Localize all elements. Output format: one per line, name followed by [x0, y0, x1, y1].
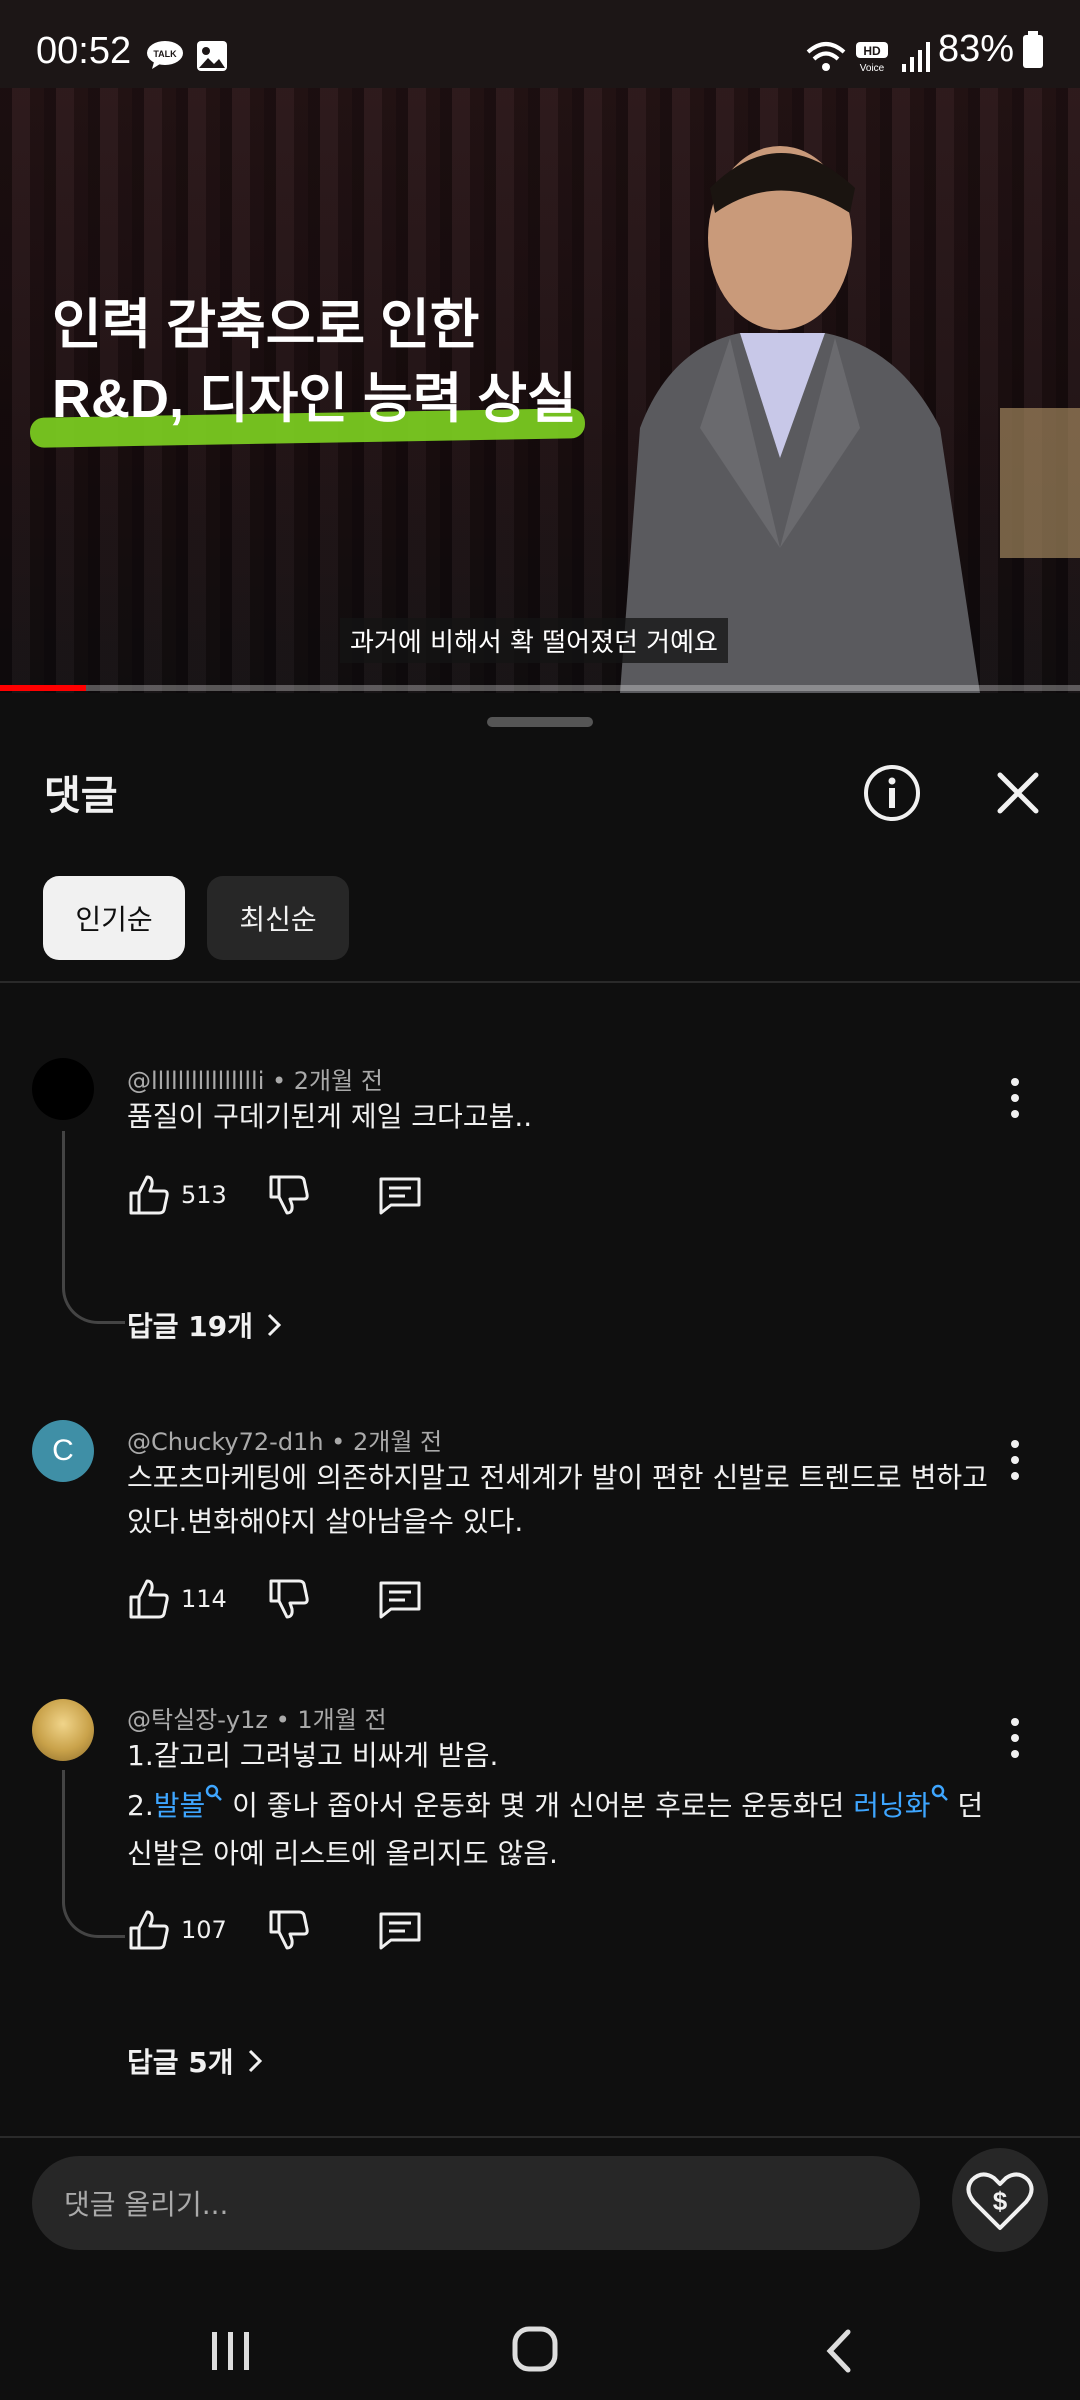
super-thanks-icon[interactable]: $ — [952, 2148, 1048, 2252]
comment-time: 1개월 전 — [297, 1706, 387, 1734]
comment-text: 품질이 구데기된게 제일 크다고봄.. — [127, 1100, 533, 1133]
composer-divider — [0, 2136, 1080, 2138]
thread-line — [62, 1770, 125, 1938]
like-count: 513 — [181, 1181, 227, 1209]
signal-icon — [902, 42, 930, 72]
replies-count: 답글 5개 — [127, 2046, 234, 2079]
reply-icon[interactable] — [377, 1173, 423, 1217]
like-icon[interactable] — [127, 1173, 171, 1217]
system-nav-bar — [0, 2270, 1080, 2400]
gallery-icon — [197, 41, 227, 71]
search-link-text: 발볼 — [153, 1789, 206, 1822]
tab-popular[interactable]: 인기순 — [43, 876, 185, 960]
comment-line: 1.갈고리 그려넣고 비싸게 받음. — [127, 1739, 499, 1772]
back-icon[interactable] — [820, 2326, 860, 2376]
wifi-icon — [806, 42, 846, 71]
comment-author[interactable]: @Chucky72-d1h — [127, 1428, 324, 1456]
reply-icon[interactable] — [377, 1577, 423, 1621]
like-icon[interactable] — [127, 1577, 171, 1621]
presenter-image — [620, 146, 1080, 693]
more-options-icon[interactable] — [1000, 1430, 1030, 1490]
comment-text-fragment: 2. — [127, 1789, 154, 1822]
comment-meta: @탁실장-y1z • 1개월 전 — [127, 1706, 387, 1734]
hd-voice-icon: HD Voice — [856, 42, 888, 74]
svg-text:$: $ — [993, 2186, 1008, 2216]
tab-newest[interactable]: 최신순 — [207, 876, 349, 960]
comment-time: 2개월 전 — [293, 1067, 383, 1095]
like-icon[interactable] — [127, 1908, 171, 1952]
search-icon — [931, 1784, 948, 1801]
chevron-right-icon — [267, 1313, 282, 1337]
overlay-line-1: 인력 감축으로 인한 — [52, 295, 480, 355]
comment-author[interactable]: @탁실장-y1z — [127, 1706, 268, 1734]
like-count: 114 — [181, 1585, 227, 1613]
avatar[interactable] — [32, 1699, 94, 1761]
chevron-right-icon — [248, 2049, 262, 2073]
svg-text:TALK: TALK — [153, 49, 177, 59]
comment-actions: 114 — [127, 1577, 423, 1621]
battery-status: 83% — [938, 28, 1044, 71]
status-bar: 00:52 TALK HD Voice 83% — [0, 0, 1080, 88]
comment-meta: @lllllllllllllllli • 2개월 전 — [127, 1067, 383, 1095]
video-progress-bar[interactable] — [0, 685, 1080, 691]
svg-text:Voice: Voice — [860, 63, 885, 74]
comment-actions: 513 — [127, 1173, 423, 1217]
search-link[interactable]: 러닝화 — [853, 1784, 948, 1822]
comments-sheet: 댓글 인기순 최신순 @lllllllllllllllli • 2개월 전 품질… — [0, 693, 1080, 2173]
battery-icon — [1023, 30, 1043, 68]
comment-meta: @Chucky72-d1h • 2개월 전 — [127, 1428, 443, 1456]
view-replies-button[interactable]: 답글 19개 — [127, 1305, 283, 1345]
comment-text: 스포츠마케팅에 의존하지말고 전세계가 발이 편한 신발로 트렌드로 변하고 있… — [127, 1461, 988, 1538]
comment-text-fragment: 던 — [948, 1789, 984, 1822]
dislike-icon[interactable] — [267, 1908, 311, 1952]
avatar[interactable]: C — [32, 1420, 94, 1482]
home-icon[interactable] — [510, 2324, 562, 2376]
search-icon — [206, 1784, 223, 1801]
drag-handle[interactable] — [487, 717, 593, 727]
reply-icon[interactable] — [377, 1908, 423, 1952]
close-icon[interactable] — [988, 763, 1048, 823]
recent-apps-icon[interactable] — [206, 2326, 256, 2376]
tabs-divider — [0, 981, 1080, 983]
comment-input[interactable] — [62, 2156, 886, 2252]
more-options-icon[interactable] — [1000, 1708, 1030, 1768]
comment-line: 2.발볼 이 좋나 좁아서 운동화 몇 개 신어본 후로는 운동화던 러닝화 던 — [127, 1784, 1007, 1828]
overlay-line-2: R&D, 디자인 능력 상실 — [52, 369, 577, 429]
like-count: 107 — [181, 1916, 227, 1944]
video-subtitle: 과거에 비해서 확 떨어졌던 거예요 — [340, 618, 728, 663]
thread-line — [62, 1131, 125, 1324]
avatar[interactable] — [32, 1058, 94, 1120]
replies-count: 답글 19개 — [127, 1310, 253, 1343]
view-replies-button[interactable]: 답글 5개 — [127, 2041, 264, 2081]
search-link[interactable]: 발볼 — [153, 1784, 224, 1822]
dislike-icon[interactable] — [267, 1173, 311, 1217]
more-options-icon[interactable] — [1000, 1068, 1030, 1128]
sheet-title: 댓글 — [44, 773, 118, 819]
video-player[interactable]: 인력 감축으로 인한 R&D, 디자인 능력 상실 과거에 비해서 확 떨어졌던… — [0, 88, 1080, 693]
comment-time: 2개월 전 — [352, 1428, 443, 1456]
comment-text: 1.갈고리 그려넣고 비싸게 받음. 2.발볼 이 좋나 좁아서 운동화 몇 개… — [127, 1734, 1007, 1876]
search-link-text: 러닝화 — [853, 1789, 931, 1822]
comment-text-fragment: 이 좋나 좁아서 운동화 몇 개 신어본 후로는 운동화던 — [223, 1789, 854, 1822]
comment-actions: 107 — [127, 1908, 423, 1952]
talk-icon: TALK — [147, 41, 183, 69]
clock: 00:52 — [36, 30, 132, 72]
comment-composer[interactable] — [32, 2156, 920, 2252]
info-icon[interactable] — [862, 763, 922, 823]
battery-percent: 83% — [937, 28, 1014, 70]
video-overlay-title: 인력 감축으로 인한 R&D, 디자인 능력 상실 — [52, 288, 577, 436]
comment-line: 신발은 아예 리스트에 올리지도 않음. — [127, 1837, 558, 1870]
svg-text:HD: HD — [863, 44, 881, 58]
comment-author[interactable]: @lllllllllllllllli — [127, 1067, 264, 1095]
video-progress-fill — [0, 685, 87, 691]
dislike-icon[interactable] — [267, 1577, 311, 1621]
